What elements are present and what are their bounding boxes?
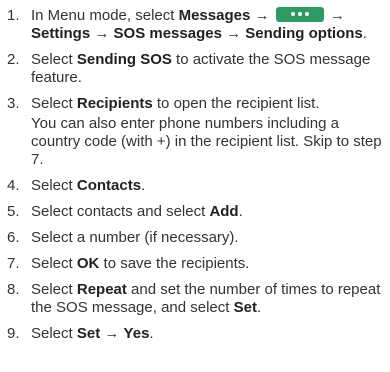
step-number: 8. <box>7 281 20 298</box>
step-number: 4. <box>7 177 20 194</box>
step-text: In Menu mode, select Messages → → Settin… <box>31 7 367 42</box>
step-number: 9. <box>7 325 20 342</box>
step-text: Select contacts and select Add. <box>31 203 243 220</box>
step-3-note: You can also enter phone numbers includi… <box>31 115 382 168</box>
step-text: Select Contacts. <box>31 177 146 194</box>
step-number: 7. <box>7 255 20 272</box>
option-ok: OK <box>76 255 100 272</box>
arrow-icon: → <box>94 25 110 42</box>
step-number: 6. <box>7 229 20 246</box>
more-options-softkey-icon <box>275 7 324 22</box>
arrow-icon: → <box>104 325 120 342</box>
arrow-icon: → <box>254 7 270 24</box>
option-set: Set <box>76 325 101 342</box>
instruction-list: 1. In Menu mode, select Messages → → Set… <box>0 0 390 372</box>
menu-sending-options: Sending options <box>245 25 363 42</box>
step-6: 6. Select a number (if necessary). <box>7 229 386 247</box>
step-7: 7. Select OK to save the recipients. <box>7 255 386 273</box>
step-text: Select Sending SOS to activate the SOS m… <box>31 51 371 86</box>
arrow-icon: → <box>329 7 345 24</box>
step-number: 2. <box>7 51 20 68</box>
option-add: Add <box>209 203 239 220</box>
menu-sos-messages: SOS messages <box>113 25 222 42</box>
step-5: 5. Select contacts and select Add. <box>7 203 386 221</box>
menu-messages: Messages <box>178 7 251 24</box>
step-number: 3. <box>7 95 20 112</box>
step-number: 5. <box>7 203 20 220</box>
option-repeat: Repeat <box>76 281 127 298</box>
option-contacts: Contacts <box>76 177 142 194</box>
step-text: Select a number (if necessary). <box>31 229 239 246</box>
step-3: 3. Select Recipients to open the recipie… <box>7 95 386 113</box>
option-recipients: Recipients <box>76 95 153 112</box>
step-4: 4. Select Contacts. <box>7 177 386 195</box>
option-set: Set <box>233 299 257 316</box>
step-1: 1. In Menu mode, select Messages → → Set… <box>7 7 386 43</box>
option-yes: Yes <box>123 325 150 342</box>
arrow-icon: → <box>226 25 242 42</box>
step-text: Select Recipients to open the recipient … <box>31 95 320 112</box>
step-8: 8. Select Repeat and set the number of t… <box>7 281 386 317</box>
step-number: 1. <box>7 7 20 24</box>
step-2: 2. Select Sending SOS to activate the SO… <box>7 51 386 87</box>
step-text: Select Repeat and set the number of time… <box>31 281 381 316</box>
step-text: Select Set → Yes. <box>31 325 154 342</box>
step-text: Select OK to save the recipients. <box>31 255 250 272</box>
option-sending-sos: Sending SOS <box>76 51 172 68</box>
step-9: 9. Select Set → Yes. <box>7 325 386 343</box>
menu-settings: Settings <box>31 25 91 42</box>
